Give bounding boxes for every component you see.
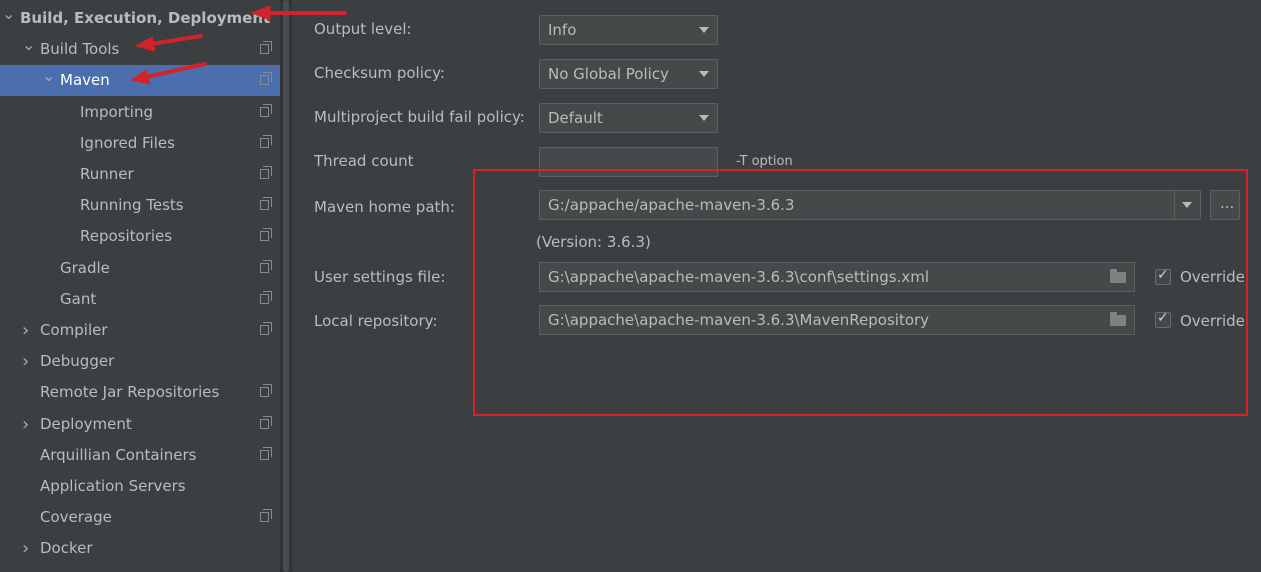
tree-item[interactable]: Coverage <box>0 502 280 533</box>
page-copy-icon <box>260 290 272 304</box>
tree-item-label: Ignored Files <box>80 133 175 152</box>
scrollbar-thumb[interactable] <box>283 0 289 572</box>
tree-item[interactable]: › Deployment <box>0 409 280 440</box>
output-level-value: Info <box>548 21 577 39</box>
page-copy-icon <box>260 322 272 335</box>
chevron-right-icon[interactable]: › <box>22 346 36 377</box>
tree-item[interactable]: ⌄ Build, Execution, Deployment <box>0 3 280 34</box>
local-repository-label: Local repository: <box>314 312 438 330</box>
tree-item[interactable]: Arquillian Containers <box>0 440 280 471</box>
tree-item-label: Application Servers <box>40 477 186 495</box>
chevron-down-icon <box>699 27 709 33</box>
chevron-down-icon <box>699 71 709 77</box>
chevron-down-icon[interactable]: ⌄ <box>2 3 16 34</box>
tree-item[interactable]: ⌄ Maven <box>0 65 292 97</box>
page-copy-icon <box>260 41 272 55</box>
page-copy-icon <box>260 228 272 242</box>
page-copy-icon <box>260 134 272 148</box>
tree-item-label: Debugger <box>40 352 115 371</box>
tree-item-label: Runner <box>80 165 134 183</box>
page-copy-icon <box>260 103 272 117</box>
tree-item-label: Maven <box>60 71 110 90</box>
tree-item-label: Build, Execution, Deployment <box>20 9 271 27</box>
tree-scrollbar[interactable] <box>280 0 292 572</box>
tree-item[interactable]: Application Servers <box>0 471 280 502</box>
tree-item-label: Compiler <box>40 321 108 339</box>
chevron-right-icon[interactable]: › <box>22 315 36 346</box>
tree-item-label: Docker <box>40 539 93 558</box>
multiproject-fail-policy-value: Default <box>548 109 603 127</box>
tree-item-label: Repositories <box>80 227 173 246</box>
tree-item[interactable]: › Compiler <box>0 315 280 346</box>
tree-item-label: Remote Jar Repositories <box>40 383 220 402</box>
tree-item[interactable]: ⌄ Build Tools <box>0 34 280 65</box>
tree-item-label: Build Tools <box>40 40 120 59</box>
chevron-right-icon[interactable]: › <box>22 409 36 440</box>
thread-count-label: Thread count <box>314 152 414 170</box>
user-settings-label: User settings file: <box>314 268 446 286</box>
tree-item-label: Coverage <box>40 508 112 527</box>
tree-item[interactable]: Gradle <box>0 253 280 284</box>
chevron-down-icon <box>699 115 709 121</box>
tree-item[interactable]: Running Tests <box>0 190 280 221</box>
page-copy-icon <box>260 166 272 179</box>
page-copy-icon <box>260 415 272 429</box>
tree-item-label: Gant <box>60 289 97 308</box>
tree-item-label: Deployment <box>40 414 132 433</box>
page-copy-icon <box>260 259 272 273</box>
checksum-policy-value: No Global Policy <box>548 65 669 83</box>
page-copy-icon <box>260 197 272 211</box>
settings-tree: ⌄ Build, Execution, Deployment ⌄ Build Tool… <box>0 0 292 572</box>
page-copy-icon <box>260 384 272 398</box>
annotation-highlight-box <box>473 169 1248 416</box>
multiproject-fail-policy-label: Multiproject build fail policy: <box>314 108 525 126</box>
page-copy-icon <box>260 509 272 523</box>
tree-item[interactable]: Gant <box>0 284 280 315</box>
tree-item[interactable]: Repositories <box>0 221 280 252</box>
tree-item[interactable]: Importing <box>0 97 280 128</box>
tree-item[interactable]: › Docker <box>0 533 280 564</box>
output-level-label: Output level: <box>314 20 412 38</box>
maven-home-label: Maven home path: <box>314 198 455 216</box>
tree-item[interactable]: › Debugger <box>0 346 280 377</box>
page-copy-icon <box>260 446 272 460</box>
chevron-right-icon[interactable]: › <box>22 533 36 564</box>
checksum-policy-combo[interactable]: No Global Policy <box>539 59 718 89</box>
tree-item-label: Gradle <box>60 258 110 277</box>
chevron-down-icon[interactable]: ⌄ <box>22 34 36 65</box>
tree-item-label: Importing <box>80 102 153 121</box>
tree-item-label: Running Tests <box>80 196 184 215</box>
thread-count-hint: -T option <box>736 154 793 169</box>
tree-item[interactable]: Ignored Files <box>0 128 280 159</box>
multiproject-fail-policy-combo[interactable]: Default <box>539 103 718 133</box>
tree-item-label: Arquillian Containers <box>40 445 197 464</box>
tree-item[interactable]: Remote Jar Repositories <box>0 377 280 408</box>
output-level-combo[interactable]: Info <box>539 15 718 45</box>
tree-item[interactable]: Runner <box>0 159 280 190</box>
page-copy-icon <box>260 72 272 86</box>
chevron-down-icon[interactable]: ⌄ <box>42 65 56 96</box>
checksum-policy-label: Checksum policy: <box>314 64 445 82</box>
